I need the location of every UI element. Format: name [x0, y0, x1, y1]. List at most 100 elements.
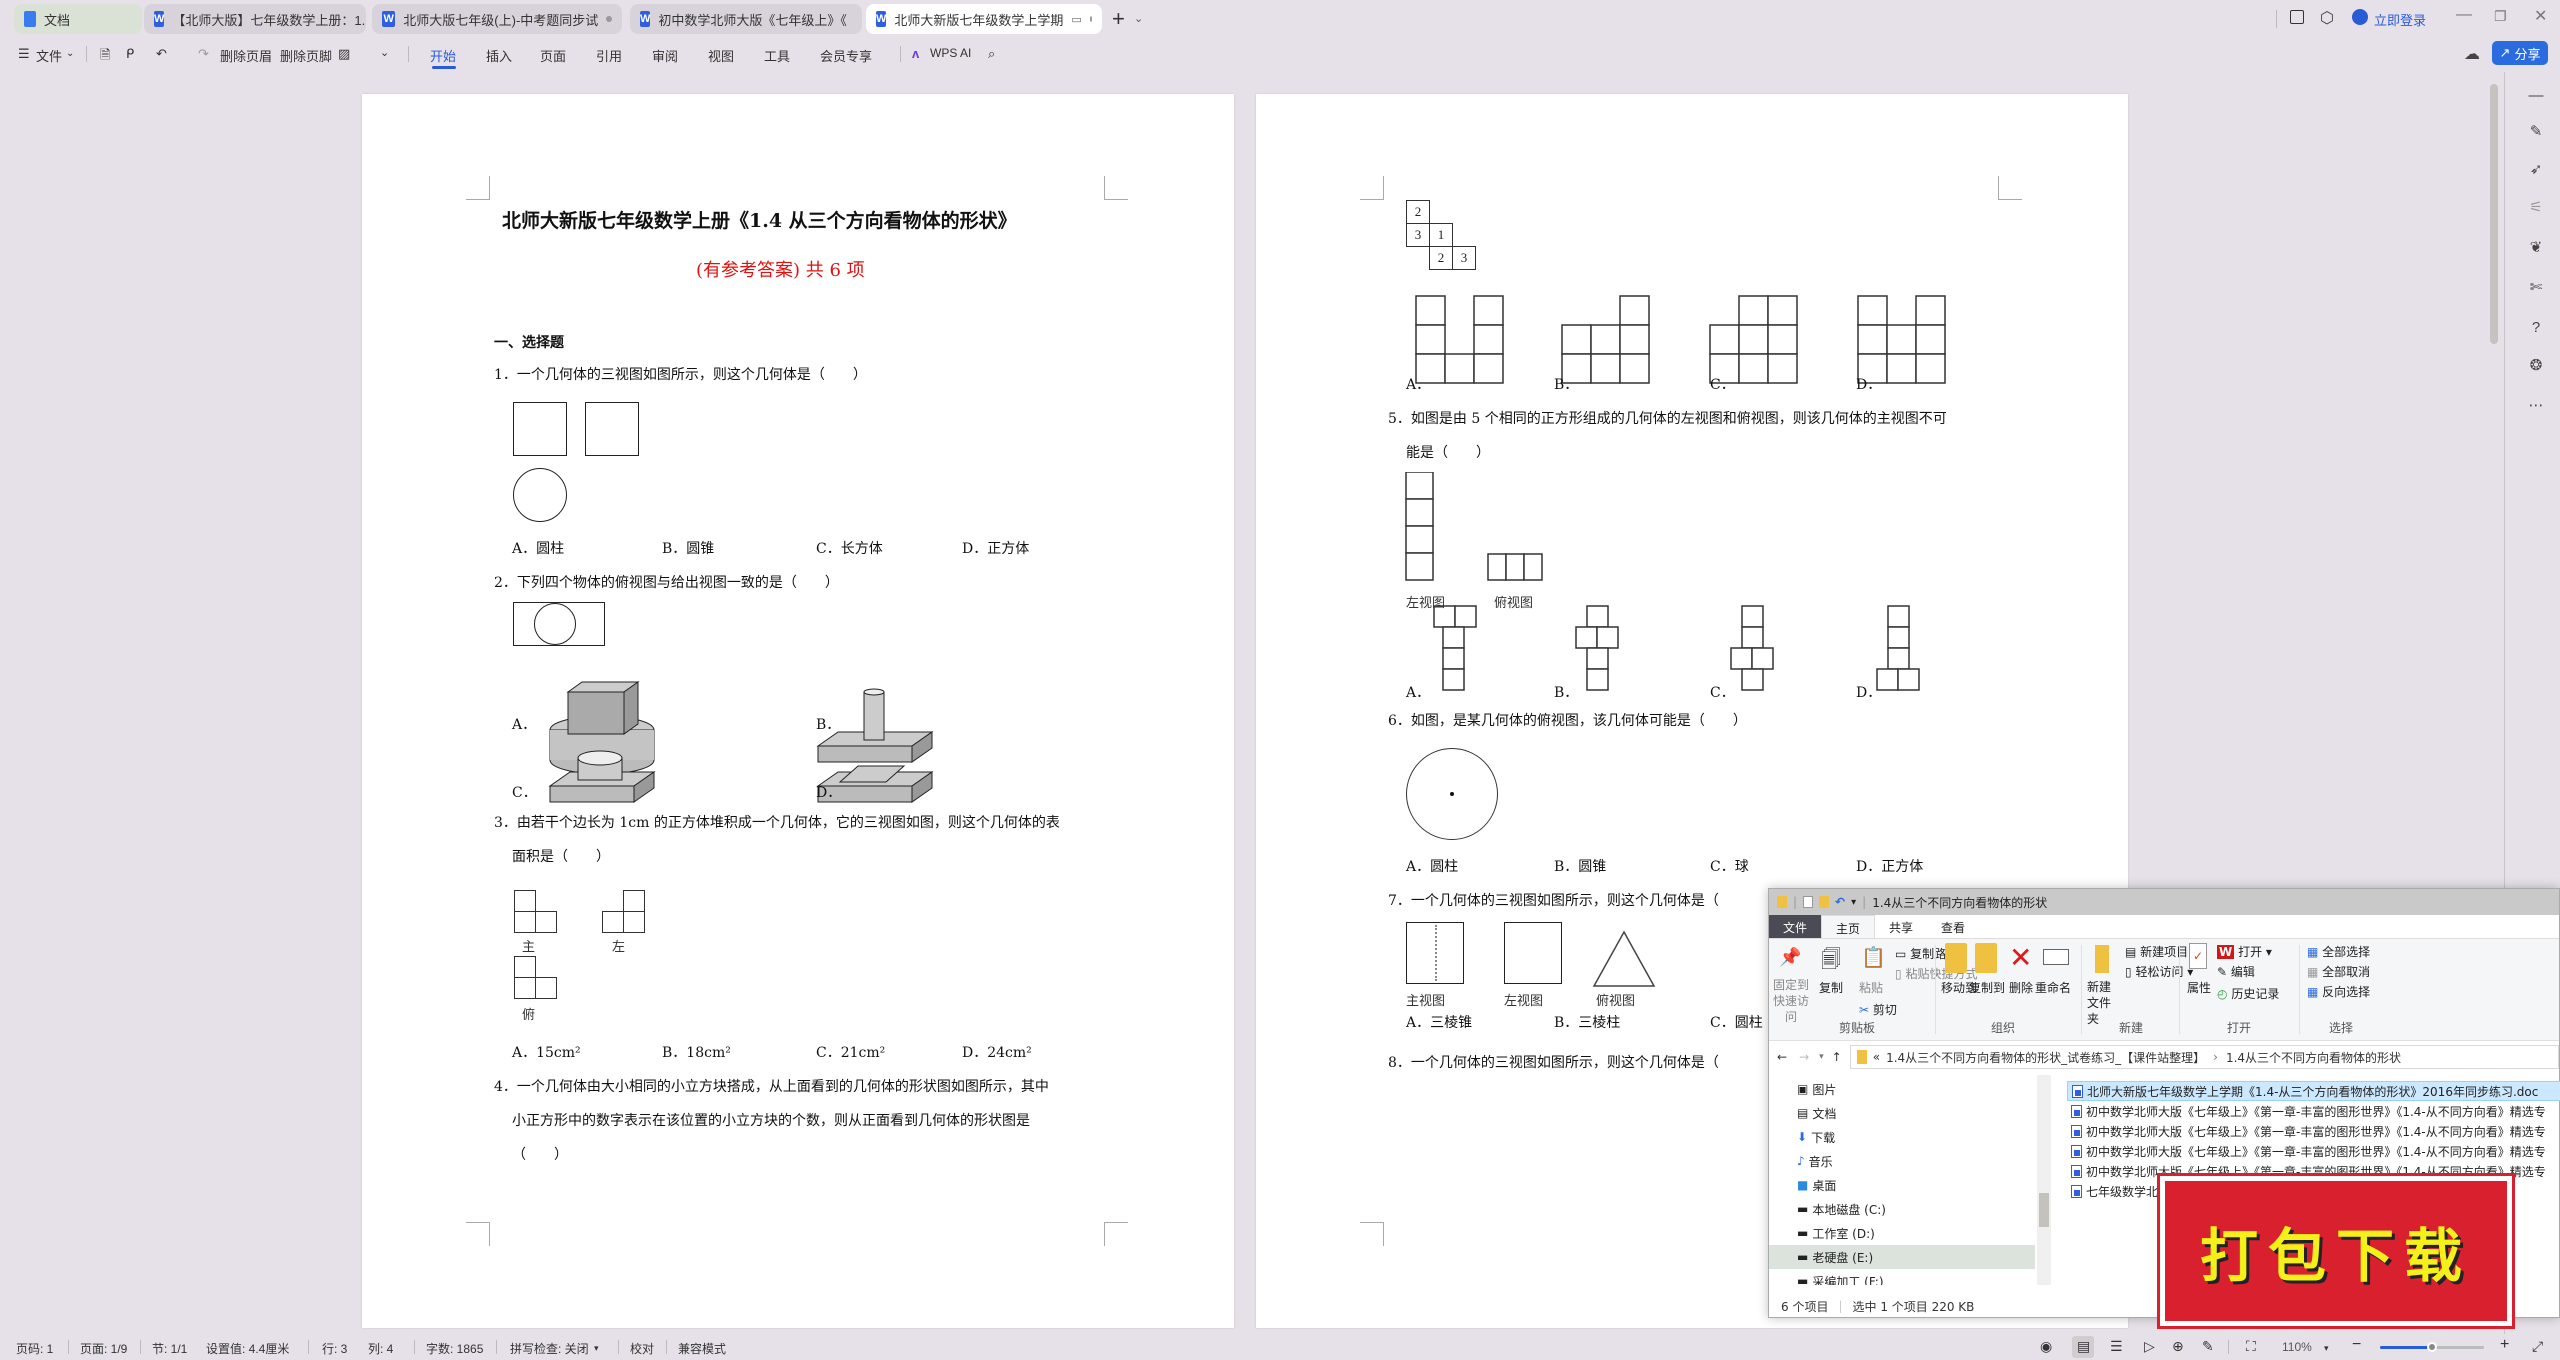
tab-page[interactable]: 页面 [540, 46, 566, 65]
ribbon-tab-home[interactable]: 主页 [1821, 915, 1876, 938]
nav-item-pictures[interactable]: ▣ 图片 [1769, 1077, 2035, 1101]
tab-doc-active[interactable]: W 北师大新版七年级数学上学期 ▭ [866, 4, 1102, 34]
status-pages[interactable]: 页面: 1/9 [80, 1340, 127, 1357]
restore-button[interactable]: ❐ [2494, 8, 2507, 25]
fullscreen-icon[interactable]: ⤢ [2532, 1338, 2543, 1355]
tools-icon[interactable]: ✄ [2526, 278, 2546, 298]
play-icon[interactable]: ▷ [2144, 1338, 2155, 1355]
pin-quick-access-button[interactable]: 固定到快速访问 [1771, 977, 1811, 1025]
undo-icon[interactable]: ↶ [156, 46, 167, 62]
delete-header-button[interactable]: 删除页眉 [220, 46, 272, 65]
page-view-icon[interactable]: ▤ [2077, 1338, 2090, 1355]
open-button[interactable]: W 打开 ▾ [2217, 943, 2272, 960]
tab-documents[interactable]: 文档 [14, 4, 142, 34]
copy-to-button[interactable]: 复制到 [1969, 979, 2005, 996]
ribbon-tab-share[interactable]: 共享 [1875, 915, 1927, 938]
recent-locations-button[interactable]: ▾ [1819, 1052, 1824, 1062]
tab-home[interactable]: 开始 [430, 46, 456, 65]
tab-list-chevron-icon[interactable]: ⌄ [1134, 12, 1143, 25]
new-tab-button[interactable]: + [1112, 6, 1125, 32]
zoom-dropdown-icon[interactable]: ▾ [2324, 1343, 2329, 1354]
format-icon[interactable]: ▨ [338, 46, 350, 62]
tab-doc-1[interactable]: W 【北师大版】七年级数学上册：1.1 [144, 4, 366, 34]
cut-button[interactable]: ✂ 剪切 [1859, 1001, 1897, 1018]
nav-item-desktop[interactable]: ■ 桌面 [1769, 1173, 2035, 1197]
user-avatar-icon[interactable] [2352, 9, 2368, 25]
nav-item-documents[interactable]: ▤ 文档 [1769, 1101, 2035, 1125]
ribbon-tab-view[interactable]: 查看 [1927, 915, 1979, 938]
fit-page-icon[interactable]: ⛶ [2246, 1338, 2256, 1355]
outline-view-icon[interactable]: ☰ [2110, 1338, 2123, 1355]
file-menu[interactable]: 文件 [36, 46, 62, 65]
copy-button[interactable]: 复制 [1819, 979, 1843, 996]
chevron-down-icon[interactable]: ▾ [594, 1343, 599, 1354]
pen-icon[interactable]: ✎ [2526, 122, 2546, 142]
select-none-button[interactable]: ▦ 全部取消 [2307, 963, 2370, 980]
customize-qat-icon[interactable]: ▾ [1851, 897, 1856, 908]
invert-selection-button[interactable]: ▦ 反向选择 [2307, 983, 2370, 1000]
tab-tools[interactable]: 工具 [764, 46, 790, 65]
help-icon[interactable]: ? [2526, 318, 2546, 338]
easy-access-button[interactable]: ▯ 轻松访问 ▾ [2125, 963, 2193, 980]
delete-footer-button[interactable]: 删除页脚 [280, 46, 332, 65]
login-link[interactable]: 立即登录 [2374, 10, 2426, 29]
breadcrumb-overflow[interactable]: « [1873, 1050, 1880, 1064]
cloud-upload-icon[interactable]: ☁ [2464, 44, 2480, 64]
minimize-button[interactable]: — [2456, 6, 2472, 24]
tab-doc-3[interactable]: W 初中数学北师大版《七年级上》《 [630, 4, 862, 34]
new-folder-button[interactable]: 新建文件夹 [2087, 979, 2117, 1027]
window-mode-icon[interactable] [2290, 10, 2304, 24]
forward-button[interactable]: → [1799, 1050, 1809, 1064]
save-icon[interactable]: 🗎 [100, 46, 110, 68]
delete-button[interactable]: 删除 [2009, 979, 2033, 996]
breadcrumb-item[interactable]: 1.4从三个不同方向看物体的形状 [2226, 1049, 2401, 1066]
select-all-button[interactable]: ▦ 全部选择 [2307, 943, 2370, 960]
zoom-level[interactable]: 110% [2282, 1340, 2312, 1354]
nav-scrollbar[interactable] [2037, 1075, 2051, 1285]
menu-icon[interactable]: ☰ [18, 46, 30, 62]
nav-item-downloads[interactable]: ⬇ 下载 [1769, 1125, 2035, 1149]
lasso-icon[interactable]: ᑭ [126, 46, 134, 62]
tab-close-icon[interactable] [1089, 16, 1092, 22]
nav-item-drive-e[interactable]: ▬ 老硬盘 (E:) [1769, 1245, 2035, 1269]
tab-insert[interactable]: 插入 [486, 46, 512, 65]
undo-icon[interactable]: ↶ [1835, 895, 1845, 909]
nav-scroll-thumb[interactable] [2039, 1193, 2049, 1227]
tab-view[interactable]: 视图 [708, 46, 734, 65]
zoom-slider-handle[interactable] [2427, 1342, 2437, 1352]
chevron-down-icon[interactable]: ⌄ [380, 46, 389, 59]
file-item[interactable]: 初中数学北师大版《七年级上》《第一章-丰富的图形世界》《1.4-从不同方向看》精… [2067, 1141, 2560, 1161]
tab-close-icon[interactable] [606, 16, 612, 22]
proofread-button[interactable]: 校对 [630, 1340, 654, 1357]
more-icon[interactable]: ⋯ [2526, 396, 2546, 416]
file-item[interactable]: 初中数学北师大版《七年级上》《第一章-丰富的图形世界》《1.4-从不同方向看》精… [2067, 1121, 2560, 1141]
tab-references[interactable]: 引用 [596, 46, 622, 65]
tab-member[interactable]: 会员专享 [820, 46, 872, 65]
nav-item-drive-f[interactable]: ▬ 采编加工 (F:) [1769, 1269, 2035, 1285]
breadcrumb-item[interactable]: 1.4从三个不同方向看物体的形状_试卷练习_【课件站整理】 [1886, 1049, 2205, 1066]
zoom-in-button[interactable]: + [2500, 1336, 2509, 1354]
tab-review[interactable]: 审阅 [652, 46, 678, 65]
new-item-button[interactable]: ▤ 新建项目 ▾ [2125, 943, 2198, 960]
zoom-out-button[interactable]: − [2352, 1336, 2361, 1354]
cube-icon[interactable]: ⬡ [2320, 8, 2334, 28]
close-button[interactable]: ✕ [2534, 6, 2547, 26]
document-page-1[interactable]: 北师大新版七年级数学上册《1.4 从三个方向看物体的形状》 (有参考答案) 共 … [362, 94, 1234, 1328]
tab-doc-2[interactable]: W 北师大版七年级(上)-中考题同步试 [372, 4, 622, 34]
properties-quick-icon[interactable] [1803, 896, 1814, 908]
download-package-badge[interactable]: 打包下载 [2157, 1173, 2515, 1329]
wps-ai-button[interactable]: WPS AI [930, 46, 971, 60]
status-word-count[interactable]: 字数: 1865 [426, 1340, 483, 1357]
up-button[interactable]: ↑ [1832, 1050, 1842, 1064]
address-bar[interactable]: « 1.4从三个不同方向看物体的形状_试卷练习_【课件站整理】 › 1.4从三个… [1849, 1045, 2559, 1069]
web-view-icon[interactable]: ⊕ [2172, 1338, 2184, 1355]
collapse-icon[interactable]: — [2526, 86, 2546, 106]
cursor-icon[interactable]: ➶ [2526, 160, 2546, 180]
ribbon-tab-file[interactable]: 文件 [1769, 915, 1822, 938]
edit-button[interactable]: ✎ 编辑 [2217, 963, 2255, 980]
vertical-scrollbar[interactable] [2490, 84, 2498, 344]
history-button[interactable]: ◴ 历史记录 [2217, 985, 2279, 1002]
back-button[interactable]: ← [1777, 1050, 1787, 1064]
skin-icon[interactable]: ❂ [2526, 356, 2546, 376]
nav-item-music[interactable]: ♪ 音乐 [1769, 1149, 2035, 1173]
